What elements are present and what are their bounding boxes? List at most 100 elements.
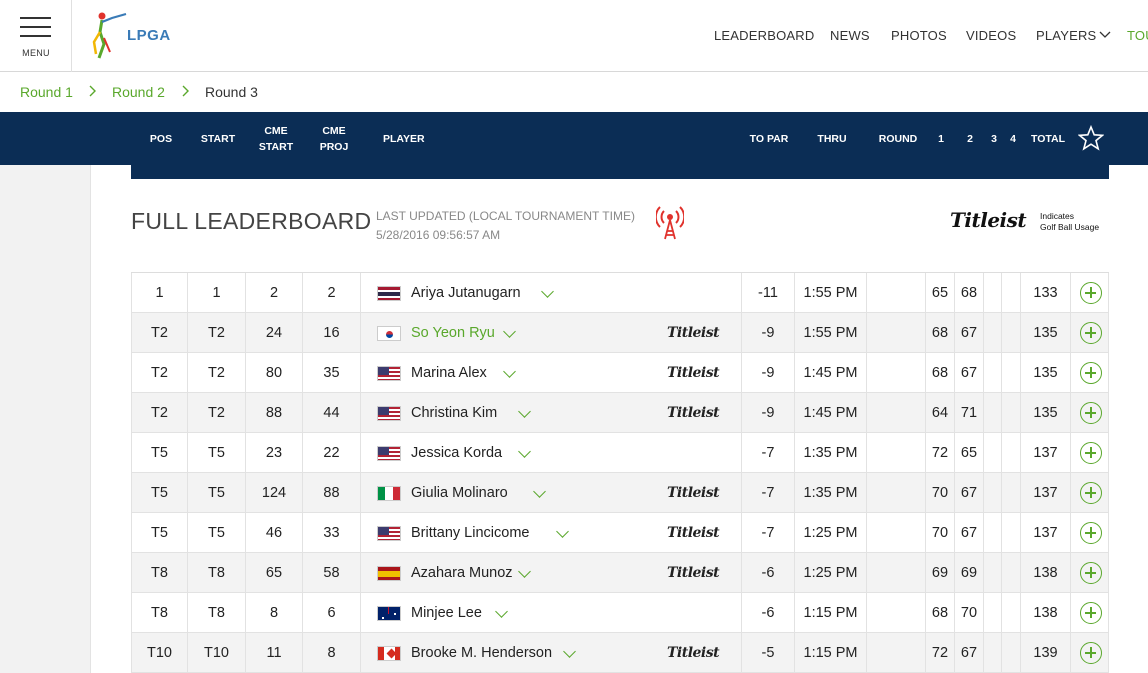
col-total[interactable]: TOTAL bbox=[1026, 131, 1070, 147]
r1-cell: 70 bbox=[926, 473, 955, 513]
col-r3[interactable]: 3 bbox=[987, 131, 1001, 147]
chevron-down-icon[interactable] bbox=[518, 565, 531, 578]
table-row[interactable]: 1 1 2 2 Ariya Jutanugarn -11 1:55 PM 65 68 133 bbox=[131, 273, 1109, 313]
menu-button[interactable]: MENU bbox=[0, 0, 72, 72]
player-name[interactable]: Minjee Lee bbox=[411, 593, 482, 633]
player-name[interactable]: Brooke M. Henderson bbox=[411, 633, 552, 673]
r2-cell: 67 bbox=[955, 473, 984, 513]
table-row[interactable]: T10 T10 11 8 Brooke M. Henderson Titleist -5 1:… bbox=[131, 633, 1109, 673]
round-3-current[interactable]: Round 3 bbox=[205, 84, 258, 100]
col-r1[interactable]: 1 bbox=[934, 131, 948, 147]
chevron-down-icon[interactable] bbox=[556, 525, 569, 538]
table-row[interactable]: T8 T8 65 58 Azahara Munoz Titleist -6 1:25 PM 69… bbox=[131, 553, 1109, 593]
leaderboard-table: 1 1 2 2 Ariya Jutanugarn -11 1:55 PM 65 68 133 T2 T… bbox=[131, 272, 1109, 673]
chevron-down-icon[interactable] bbox=[518, 445, 531, 458]
player-name[interactable]: Azahara Munoz bbox=[411, 553, 513, 593]
player-name[interactable]: Christina Kim bbox=[411, 393, 497, 433]
cme-start-cell: 124 bbox=[246, 473, 303, 513]
lpga-logo[interactable]: LPGA bbox=[90, 8, 190, 64]
col-cme-start[interactable]: CME START bbox=[252, 123, 300, 155]
live-broadcast-icon[interactable] bbox=[654, 204, 686, 240]
player-name[interactable]: So Yeon Ryu bbox=[411, 313, 495, 353]
r3-cell bbox=[984, 313, 1002, 353]
chevron-down-icon[interactable] bbox=[495, 605, 508, 618]
plus-circle-icon[interactable] bbox=[1080, 322, 1102, 344]
spain-flag-icon bbox=[377, 566, 401, 581]
col-r2[interactable]: 2 bbox=[963, 131, 977, 147]
nav-leaderboard[interactable]: LEADERBOARD bbox=[714, 28, 814, 43]
table-row[interactable]: T5 T5 23 22 Jessica Korda -7 1:35 PM 72 65 137 bbox=[131, 433, 1109, 473]
r3-cell bbox=[984, 273, 1002, 313]
plus-circle-icon[interactable] bbox=[1080, 282, 1102, 304]
chevron-down-icon[interactable] bbox=[533, 485, 546, 498]
to-par-cell: -7 bbox=[742, 513, 795, 553]
round-1-link[interactable]: Round 1 bbox=[20, 84, 73, 100]
player-cell: Giulia Molinaro Titleist bbox=[361, 473, 742, 513]
col-start[interactable]: START bbox=[195, 131, 241, 147]
nav-photos[interactable]: PHOTOS bbox=[891, 28, 947, 43]
total-cell: 137 bbox=[1021, 473, 1071, 513]
titleist-ball-icon: Titleist bbox=[667, 325, 720, 341]
to-par-cell: -9 bbox=[742, 353, 795, 393]
col-r4[interactable]: 4 bbox=[1006, 131, 1020, 147]
table-row[interactable]: T8 T8 8 6 Minjee Lee -6 1:15 PM 68 70 138 bbox=[131, 593, 1109, 633]
round-2-link[interactable]: Round 2 bbox=[112, 84, 165, 100]
player-name[interactable]: Jessica Korda bbox=[411, 433, 502, 473]
col-thru[interactable]: THRU bbox=[812, 131, 852, 147]
chevron-down-icon[interactable] bbox=[518, 405, 531, 418]
last-updated-value: 5/28/2016 09:56:57 AM bbox=[376, 228, 501, 242]
total-cell: 138 bbox=[1021, 553, 1071, 593]
titleist-logo: Titleist bbox=[950, 208, 1027, 232]
plus-circle-icon[interactable] bbox=[1080, 442, 1102, 464]
expand-cell bbox=[1071, 393, 1109, 433]
nav-players[interactable]: PLAYERS bbox=[1036, 28, 1096, 43]
table-row[interactable]: T2 T2 24 16 So Yeon Ryu Titleist -9 1:55 PM 68 67… bbox=[131, 313, 1109, 353]
r3-cell bbox=[984, 433, 1002, 473]
player-name[interactable]: Ariya Jutanugarn bbox=[411, 273, 521, 313]
chevron-down-icon[interactable] bbox=[541, 285, 554, 298]
col-cme-proj[interactable]: CME PROJ bbox=[312, 123, 356, 155]
chevron-down-icon[interactable] bbox=[1099, 28, 1111, 43]
r4-cell bbox=[1002, 353, 1021, 393]
titleist-ball-icon: Titleist bbox=[667, 645, 720, 661]
table-row[interactable]: T5 T5 46 33 Brittany Lincicome Titleist -7 1:25… bbox=[131, 513, 1109, 553]
player-name[interactable]: Marina Alex bbox=[411, 353, 487, 393]
plus-circle-icon[interactable] bbox=[1080, 562, 1102, 584]
plus-circle-icon[interactable] bbox=[1080, 642, 1102, 664]
hamburger-icon-bar bbox=[20, 35, 51, 37]
player-cell: So Yeon Ryu Titleist bbox=[361, 313, 742, 353]
plus-circle-icon[interactable] bbox=[1080, 402, 1102, 424]
star-favorites-icon[interactable] bbox=[1077, 124, 1105, 156]
nav-tournaments[interactable]: TOU bbox=[1127, 28, 1148, 43]
cme-proj-cell: 88 bbox=[303, 473, 361, 513]
nav-news[interactable]: NEWS bbox=[830, 28, 870, 43]
col-pos[interactable]: POS bbox=[141, 131, 181, 147]
r4-cell bbox=[1002, 393, 1021, 433]
col-to-par[interactable]: TO PAR bbox=[744, 131, 794, 147]
nav-videos[interactable]: VIDEOS bbox=[966, 28, 1016, 43]
plus-circle-icon[interactable] bbox=[1080, 602, 1102, 624]
total-cell: 137 bbox=[1021, 513, 1071, 553]
player-name[interactable]: Brittany Lincicome bbox=[411, 513, 529, 553]
table-row[interactable]: T2 T2 88 44 Christina Kim Titleist -9 1:45 PM 64… bbox=[131, 393, 1109, 433]
leaderboard-header: POS START CME START CME PROJ PLAYER TO P… bbox=[0, 112, 1148, 165]
round-cell bbox=[867, 633, 926, 673]
korea-flag-icon bbox=[377, 326, 401, 341]
plus-circle-icon[interactable] bbox=[1080, 362, 1102, 384]
r4-cell bbox=[1002, 513, 1021, 553]
col-player[interactable]: PLAYER bbox=[383, 131, 425, 147]
expand-cell bbox=[1071, 273, 1109, 313]
table-row[interactable]: T5 T5 124 88 Giulia Molinaro Titleist -7 1:35 P… bbox=[131, 473, 1109, 513]
r4-cell bbox=[1002, 553, 1021, 593]
r2-cell: 65 bbox=[955, 433, 984, 473]
player-name[interactable]: Giulia Molinaro bbox=[411, 473, 508, 513]
chevron-down-icon[interactable] bbox=[503, 325, 516, 338]
plus-circle-icon[interactable] bbox=[1080, 522, 1102, 544]
cme-start-cell: 65 bbox=[246, 553, 303, 593]
plus-circle-icon[interactable] bbox=[1080, 482, 1102, 504]
chevron-down-icon[interactable] bbox=[563, 645, 576, 658]
chevron-down-icon[interactable] bbox=[503, 365, 516, 378]
usa-flag-icon bbox=[377, 526, 401, 541]
table-row[interactable]: T2 T2 80 35 Marina Alex Titleist -9 1:45 PM 68 67… bbox=[131, 353, 1109, 393]
col-round[interactable]: ROUND bbox=[872, 131, 924, 147]
